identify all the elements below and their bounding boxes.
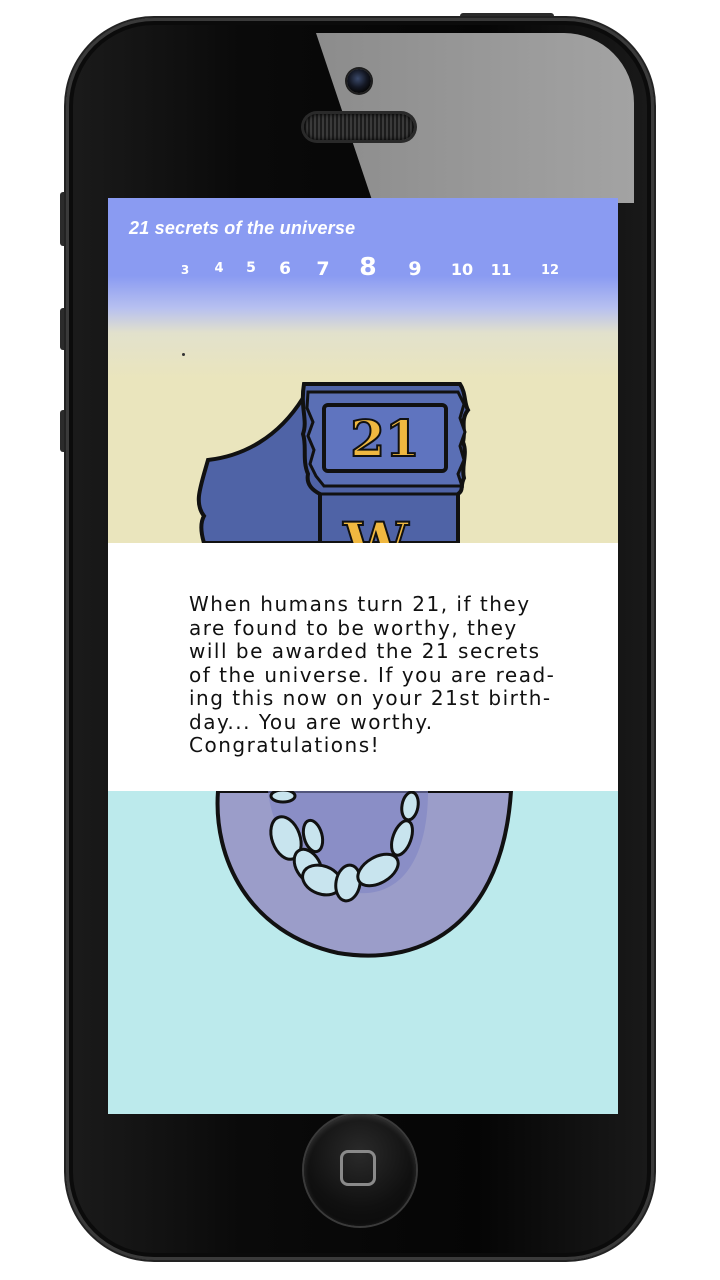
story-line: ing this now on your 21st birth- [189,686,552,710]
story-line: of the universe. If you are read- [189,662,556,687]
page-link-3[interactable]: 3 [181,263,189,277]
page-link-10[interactable]: 10 [451,260,473,279]
page-link-9[interactable]: 9 [408,258,421,280]
speaker-icon [304,114,414,140]
page-link-6[interactable]: 6 [279,259,291,279]
page-link-7[interactable]: 7 [316,258,329,280]
page-link-11[interactable]: 11 [491,261,512,279]
story-line: will be awarded the 21 secrets [189,639,541,663]
page-link-5[interactable]: 5 [246,260,256,276]
app-screen: 21 W 21 secrets of the universe 3 4 5 6 … [108,198,618,1114]
home-square-icon [340,1150,376,1186]
story-card: When humans turn 21, if they are found t… [108,543,618,791]
page-link-4[interactable]: 4 [214,261,223,276]
camera-icon [347,69,371,93]
story-line: day... You are worthy. [189,709,434,734]
story-line: Congratulations! [189,733,381,757]
page-link-current[interactable]: 8 [359,252,376,281]
app-title: 21 secrets of the universe [129,218,356,238]
story-line: When humans turn 21, if they [189,592,531,616]
home-button[interactable] [304,1114,416,1226]
story-text: When humans turn 21, if they are found t… [189,592,559,758]
story-line: are found to be worthy, they [189,615,518,640]
page-link-12[interactable]: 12 [541,263,559,278]
